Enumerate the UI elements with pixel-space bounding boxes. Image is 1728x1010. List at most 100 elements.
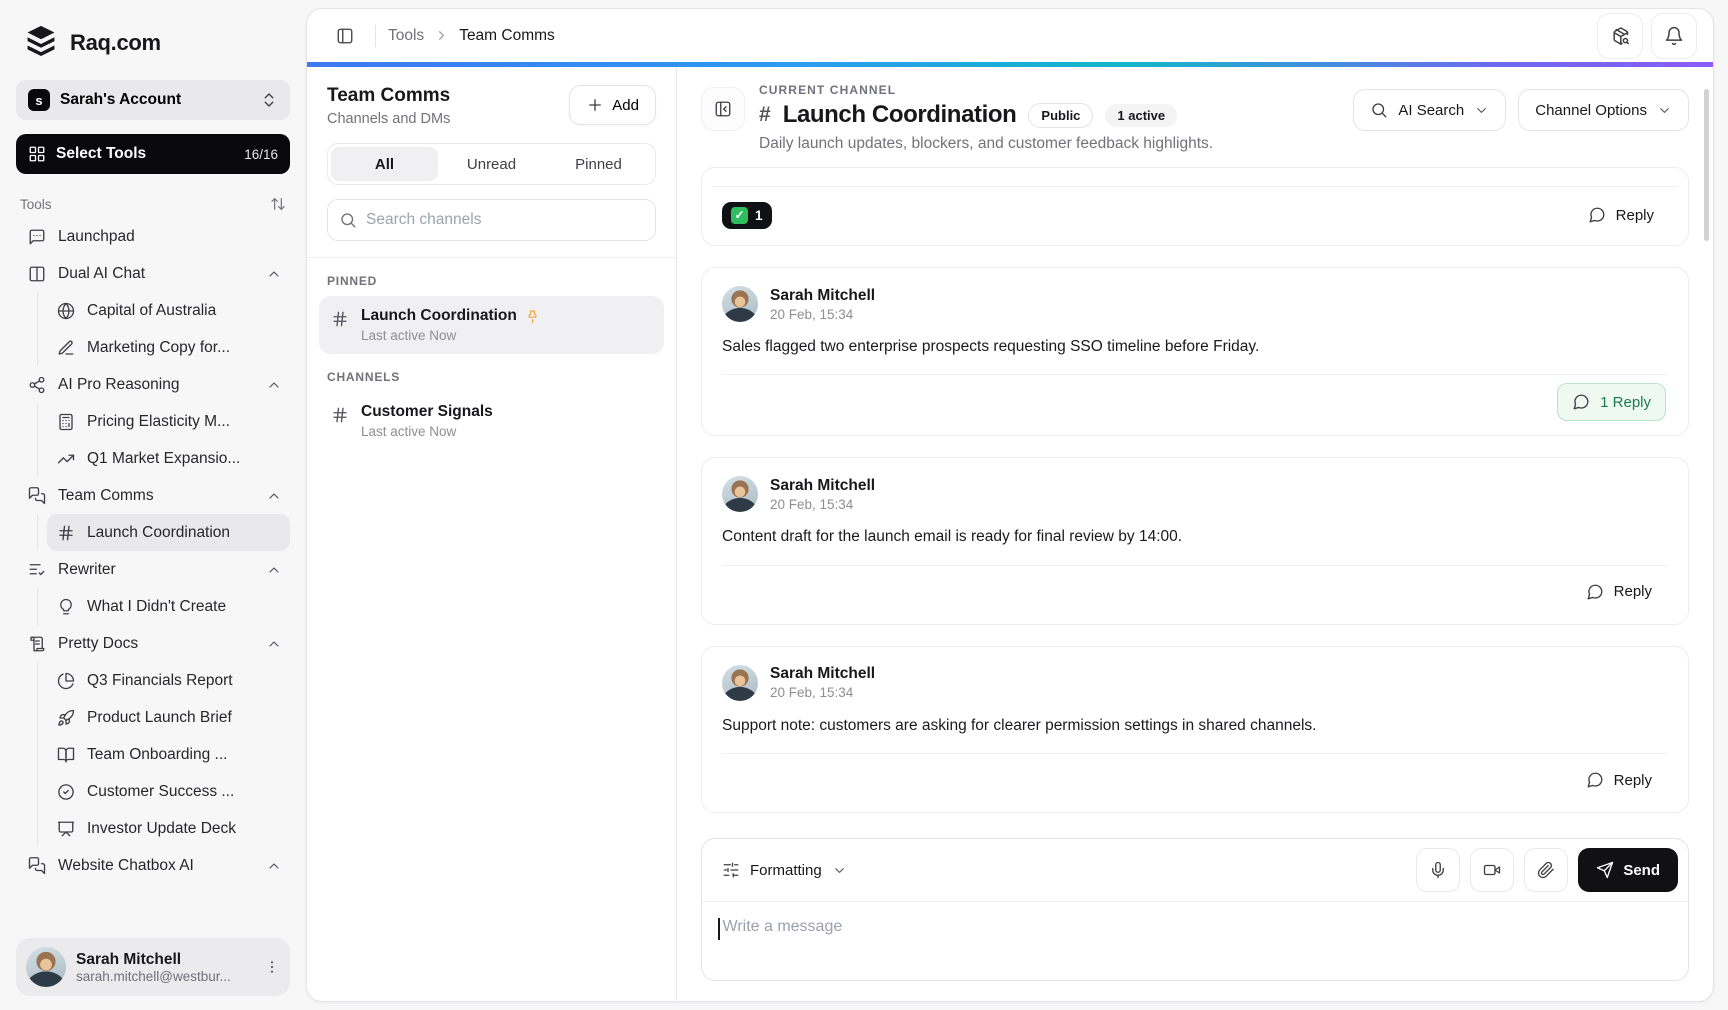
- search-icon: [339, 211, 357, 229]
- sidebar-item-label: Rewriter: [58, 561, 254, 579]
- chevron-right-icon: [434, 28, 449, 43]
- chevron-up-icon[interactable]: [266, 636, 282, 652]
- voice-message-button[interactable]: [1416, 848, 1460, 892]
- sidebar-item-label: Investor Update Deck: [87, 820, 282, 838]
- raq-logo-icon: [22, 24, 60, 62]
- kebab-menu-icon[interactable]: [264, 959, 280, 975]
- channel-meta: Last active Now: [361, 328, 540, 343]
- content: Team Comms Channels and DMs Add All Unre…: [307, 67, 1713, 1001]
- select-tools-button[interactable]: Select Tools 16/16: [16, 134, 290, 174]
- sidebar-item-website-chatbox-ai[interactable]: Website Chatbox AI: [16, 847, 290, 884]
- check-emoji-icon: ✓: [731, 207, 748, 224]
- channel-title: Launch Coordination: [783, 101, 1017, 129]
- sidebar-item-team-onboarding[interactable]: Team Onboarding ...: [47, 736, 290, 773]
- tab-all[interactable]: All: [331, 147, 438, 181]
- channel-item-customer-signals[interactable]: Customer Signals Last active Now: [319, 392, 664, 450]
- send-button[interactable]: Send: [1578, 848, 1678, 892]
- channel-options-label: Channel Options: [1535, 102, 1647, 119]
- channel-name: Customer Signals: [361, 403, 493, 421]
- channel-item-launch-coordination[interactable]: Launch Coordination Last active Now: [319, 296, 664, 354]
- globe-icon: [57, 302, 75, 320]
- sliders-icon: [722, 861, 740, 879]
- notifications-button[interactable]: [1651, 13, 1697, 59]
- sidebar-item-product-launch-brief[interactable]: Product Launch Brief: [47, 699, 290, 736]
- hash-icon: [331, 310, 349, 328]
- reply-button[interactable]: Reply: [1572, 574, 1666, 610]
- tab-pinned[interactable]: Pinned: [545, 147, 652, 181]
- package-search-button[interactable]: [1597, 13, 1643, 59]
- main-window: Tools Team Comms Team Comms Channels and…: [306, 8, 1714, 1002]
- avatar: [722, 665, 758, 701]
- search-icon: [1370, 101, 1388, 119]
- scrollbar-thumb[interactable]: [1704, 89, 1709, 241]
- reply-label: Reply: [1616, 207, 1654, 224]
- sidebar-item-q1-market-expansion[interactable]: Q1 Market Expansio...: [47, 440, 290, 477]
- sidebar-item-label: Team Onboarding ...: [87, 746, 282, 764]
- sidebar-item-pricing-elasticity[interactable]: Pricing Elasticity M...: [47, 403, 290, 440]
- ai-search-label: AI Search: [1398, 102, 1464, 119]
- sidebar-item-pretty-docs[interactable]: Pretty Docs: [16, 625, 290, 662]
- video-camera-icon: [1483, 861, 1501, 879]
- sidebar-item-q3-financials[interactable]: Q3 Financials Report: [47, 662, 290, 699]
- chevron-up-icon[interactable]: [266, 562, 282, 578]
- nodes-icon: [28, 376, 46, 394]
- chat-header: CURRENT CHANNEL # Launch Coordination Pu…: [677, 67, 1713, 161]
- chevron-up-icon[interactable]: [266, 377, 282, 393]
- add-channel-button[interactable]: Add: [569, 85, 656, 125]
- reply-button[interactable]: Reply: [1572, 762, 1666, 798]
- topbar-actions: [1597, 13, 1697, 59]
- attach-file-button[interactable]: [1524, 848, 1568, 892]
- channel-panel-subtitle: Channels and DMs: [327, 111, 450, 127]
- send-label: Send: [1623, 862, 1660, 879]
- message-input[interactable]: Write a message: [702, 902, 1688, 980]
- formatting-button[interactable]: Formatting: [712, 853, 857, 887]
- chevron-up-icon[interactable]: [266, 858, 282, 874]
- channel-search-input[interactable]: [327, 199, 656, 241]
- sidebar-item-ai-pro-reasoning[interactable]: AI Pro Reasoning: [16, 366, 290, 403]
- sidebar-item-team-comms[interactable]: Team Comms: [16, 477, 290, 514]
- avatar: [722, 476, 758, 512]
- chevron-down-icon: [1657, 103, 1672, 118]
- sidebar-item-launch-coordination[interactable]: Launch Coordination: [47, 514, 290, 551]
- message-timestamp: 20 Feb, 15:34: [770, 497, 875, 512]
- sidebar-item-launchpad[interactable]: Launchpad: [16, 218, 290, 255]
- chevron-down-icon: [1474, 103, 1489, 118]
- tools-list: Launchpad Dual AI Chat Capital of Austra…: [16, 218, 290, 938]
- sidebar-item-investor-update-deck[interactable]: Investor Update Deck: [47, 810, 290, 847]
- tab-unread[interactable]: Unread: [438, 147, 545, 181]
- scroll-icon: [28, 635, 46, 653]
- sidebar-item-capital-of-australia[interactable]: Capital of Australia: [47, 292, 290, 329]
- channel-options-button[interactable]: Channel Options: [1518, 89, 1689, 131]
- thread-reply-button[interactable]: 1 Reply: [1557, 383, 1666, 421]
- user-email: sarah.mitchell@westbur...: [76, 969, 244, 984]
- rocket-icon: [57, 709, 75, 727]
- message-list[interactable]: ✓ 1 Reply Sarah Mitchell: [677, 161, 1713, 834]
- collapse-channel-list-button[interactable]: [701, 87, 745, 131]
- sidebar-item-label: Website Chatbox AI: [58, 857, 254, 875]
- sort-icon[interactable]: [270, 196, 286, 212]
- account-switcher[interactable]: s Sarah's Account: [16, 80, 290, 120]
- sidebar-item-customer-success[interactable]: Customer Success ...: [47, 773, 290, 810]
- breadcrumb-tools[interactable]: Tools: [388, 27, 424, 45]
- channel-title-block: CURRENT CHANNEL # Launch Coordination Pu…: [759, 83, 1339, 153]
- reply-button[interactable]: Reply: [1574, 197, 1668, 233]
- sidebar-toggle-button[interactable]: [327, 18, 363, 54]
- chevron-up-icon[interactable]: [266, 488, 282, 504]
- ai-search-button[interactable]: AI Search: [1353, 89, 1506, 131]
- message-author: Sarah Mitchell: [770, 665, 875, 683]
- sidebar-item-marketing-copy[interactable]: Marketing Copy for...: [47, 329, 290, 366]
- user-card[interactable]: Sarah Mitchell sarah.mitchell@westbur...: [16, 938, 290, 996]
- sidebar-subgroup: Launch Coordination: [37, 514, 290, 551]
- lightbulb-icon: [57, 598, 75, 616]
- video-message-button[interactable]: [1470, 848, 1514, 892]
- message-timestamp: 20 Feb, 15:34: [770, 307, 875, 322]
- chevron-up-icon[interactable]: [266, 266, 282, 282]
- avatar: [722, 286, 758, 322]
- open-book-icon: [57, 746, 75, 764]
- sidebar-item-rewriter[interactable]: Rewriter: [16, 551, 290, 588]
- sidebar-item-what-i-didnt-create[interactable]: What I Didn't Create: [47, 588, 290, 625]
- panel-left-close-icon: [714, 100, 732, 118]
- reaction-badge[interactable]: ✓ 1: [722, 202, 772, 229]
- check-circle-icon: [57, 783, 75, 801]
- sidebar-item-dual-ai-chat[interactable]: Dual AI Chat: [16, 255, 290, 292]
